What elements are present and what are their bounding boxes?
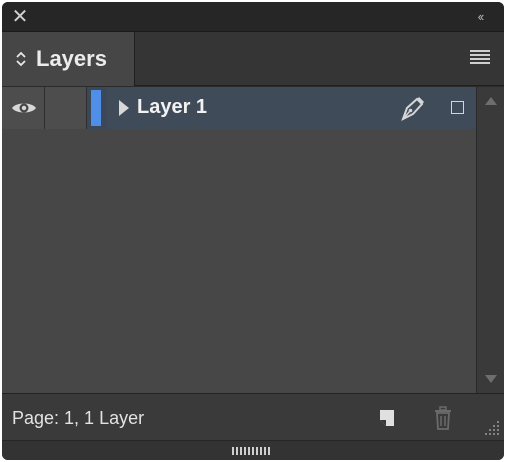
scroll-up-icon[interactable] bbox=[484, 95, 498, 107]
layer-name-cell[interactable]: Layer 1 bbox=[107, 87, 476, 129]
tab-label: Layers bbox=[36, 46, 107, 71]
lock-toggle[interactable] bbox=[45, 87, 87, 129]
resize-grip-icon[interactable] bbox=[484, 420, 500, 436]
tab-layers[interactable]: Layers bbox=[2, 32, 135, 86]
layer-row[interactable]: Layer 1 bbox=[2, 87, 476, 129]
close-icon[interactable]: ✕ bbox=[10, 7, 30, 27]
new-layer-icon[interactable] bbox=[376, 407, 398, 429]
layer-name[interactable]: Layer 1 bbox=[137, 96, 207, 119]
layer-color-cell bbox=[87, 87, 107, 129]
trash-icon[interactable] bbox=[432, 406, 454, 430]
panel-bottom-strip bbox=[2, 440, 504, 460]
eye-icon bbox=[12, 103, 36, 113]
panel-menu-icon[interactable] bbox=[470, 50, 490, 68]
drag-handle[interactable] bbox=[232, 447, 272, 455]
panel-titlebar: ✕ ‹‹ bbox=[2, 2, 504, 32]
pen-nib-icon[interactable] bbox=[397, 93, 427, 123]
panel-footer: Page: 1, 1 Layer bbox=[2, 393, 504, 440]
layers-list[interactable]: Layer 1 bbox=[2, 87, 476, 393]
vertical-scrollbar[interactable] bbox=[476, 87, 504, 393]
scroll-down-icon[interactable] bbox=[484, 373, 498, 385]
status-text: Page: 1, 1 Layer bbox=[12, 408, 145, 428]
triangle-right-icon[interactable] bbox=[117, 98, 131, 118]
panel-tabbar: Layers bbox=[2, 32, 504, 86]
visibility-toggle[interactable] bbox=[2, 87, 45, 129]
layer-color-swatch bbox=[91, 90, 101, 126]
collapse-panel-icon[interactable]: ‹‹ bbox=[470, 8, 490, 26]
layers-panel: ✕ ‹‹ Layers Layer 1 Page: 1, 1 Layer bbox=[2, 2, 504, 460]
up-down-arrows-icon[interactable] bbox=[14, 51, 28, 67]
square-target-icon[interactable] bbox=[451, 101, 464, 114]
